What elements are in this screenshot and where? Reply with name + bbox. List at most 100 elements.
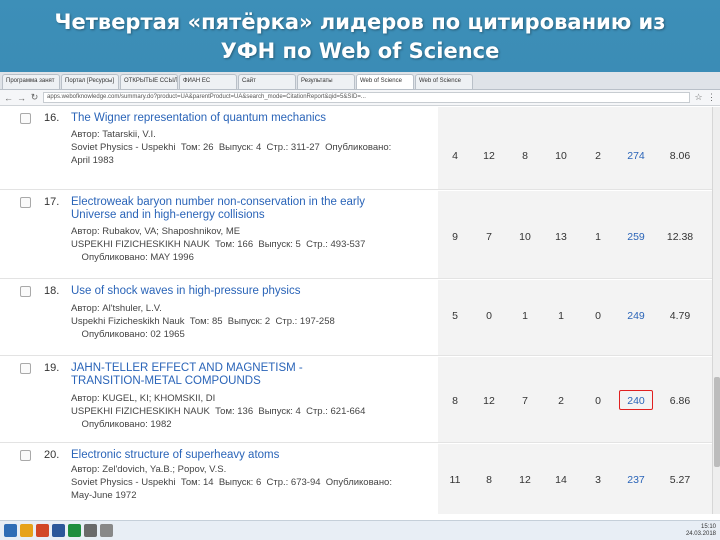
scrollbar[interactable]: [712, 107, 720, 514]
taskbar-clock[interactable]: 15:10 24.03.2018: [686, 524, 716, 538]
record-published: Опубликовано: 1982: [71, 419, 172, 430]
record-published: May-June 1972: [71, 490, 137, 501]
browser-tab[interactable]: Сайт: [238, 74, 296, 89]
browser-tab[interactable]: Программа занят: [2, 74, 60, 89]
record-title-link[interactable]: Electroweak baryon number non-conservati…: [71, 196, 411, 222]
year-count: 8: [486, 474, 492, 486]
year-count: 11: [449, 474, 461, 486]
record-source: Soviet Physics - Uspekhi Том: 26 Выпуск:…: [71, 142, 392, 153]
year-count: 12: [483, 395, 495, 407]
record-number: 18.: [44, 285, 60, 297]
record-checkbox[interactable]: [20, 113, 31, 124]
year-count: 7: [486, 231, 492, 243]
average-per-year: 4.79: [669, 310, 691, 322]
highlight-box: [619, 390, 653, 410]
year-count: 9: [452, 231, 458, 243]
year-count: 7: [522, 395, 528, 407]
year-count: 12: [519, 474, 531, 486]
year-count: 0: [486, 310, 492, 322]
clock-time: 15:10: [700, 523, 716, 530]
year-count: 13: [555, 231, 567, 243]
year-count: 3: [595, 474, 601, 486]
year-count: 5: [452, 310, 458, 322]
year-count: 2: [595, 150, 601, 162]
record-checkbox[interactable]: [20, 197, 31, 208]
result-record: 16. The Wigner representation of quantum…: [0, 107, 712, 190]
slide-title-line-2: УФН по Web of Science: [220, 39, 500, 63]
clock-date: 24.03.2018: [685, 530, 716, 537]
browser-tab[interactable]: ФИАН ЕС: [179, 74, 237, 89]
taskbar: 15:10 24.03.2018: [0, 520, 720, 540]
year-count: 10: [555, 150, 567, 162]
record-title-link[interactable]: JAHN-TELLER EFFECT AND MAGNETISM - TRANS…: [71, 362, 371, 388]
year-count: 1: [558, 310, 564, 322]
reload-icon[interactable]: ↻: [30, 92, 39, 103]
result-record: 17. Electroweak baryon number non-conser…: [0, 191, 712, 279]
record-source: Uspekhi Fizicheskikh Nauk Том: 85 Выпуск…: [71, 316, 335, 327]
app-icon[interactable]: [84, 524, 97, 537]
total-citations-link[interactable]: 249: [620, 310, 652, 322]
average-per-year: 8.06: [669, 150, 691, 162]
result-record: 20. Electronic structure of superheavy a…: [0, 444, 712, 514]
browser-tab-active[interactable]: Web of Science: [356, 74, 414, 89]
star-icon[interactable]: ☆: [694, 92, 703, 103]
result-record: 18. Use of shock waves in high-pressure …: [0, 280, 712, 356]
address-bar[interactable]: apps.webofknowledge.com/summary.do?produ…: [43, 92, 690, 103]
year-count: 1: [522, 310, 528, 322]
year-count: 10: [519, 231, 531, 243]
scrollbar-thumb[interactable]: [714, 377, 720, 467]
result-record: 19. JAHN-TELLER EFFECT AND MAGNETISM - T…: [0, 357, 712, 443]
record-source: USPEKHI FIZICHESKIKH NAUK Том: 136 Выпус…: [71, 406, 366, 417]
record-author: Автор: Zel'dovich, Ya.B.; Popov, V.S.: [71, 464, 227, 475]
forward-arrow-icon[interactable]: →: [17, 93, 26, 103]
record-title-link[interactable]: Electronic structure of superheavy atoms: [71, 449, 411, 462]
record-number: 17.: [44, 196, 60, 208]
record-number: 20.: [44, 449, 60, 461]
back-arrow-icon[interactable]: ←: [4, 93, 13, 103]
record-source: Soviet Physics - Uspekhi Том: 14 Выпуск:…: [71, 477, 392, 488]
address-row: ← → ↻ apps.webofknowledge.com/summary.do…: [0, 90, 720, 106]
record-title-link[interactable]: The Wigner representation of quantum mec…: [71, 112, 411, 125]
record-number: 16.: [44, 112, 60, 124]
browser-tab[interactable]: ОТКРЫТЫЕ ССЫЛ: [120, 74, 178, 89]
menu-icon[interactable]: ⋮: [707, 92, 716, 103]
total-citations-link[interactable]: 274: [620, 150, 652, 162]
app-icon[interactable]: [100, 524, 113, 537]
year-count: 14: [555, 474, 567, 486]
word-icon[interactable]: [52, 524, 65, 537]
powerpoint-icon[interactable]: [36, 524, 49, 537]
record-author: Автор: Rubakov, VA; Shaposhnikov, ME: [71, 226, 241, 237]
record-checkbox[interactable]: [20, 363, 31, 374]
browser-tab[interactable]: Результаты: [297, 74, 355, 89]
record-title-link[interactable]: Use of shock waves in high-pressure phys…: [71, 285, 411, 298]
year-count: 0: [595, 395, 601, 407]
average-per-year: 12.38: [666, 231, 694, 243]
chrome-icon[interactable]: [68, 524, 81, 537]
record-author: Автор: Al'tshuler, L.V.: [71, 303, 162, 314]
explorer-icon[interactable]: [20, 524, 33, 537]
slide-title: Четвертая «пятёрка» лидеров по цитирован…: [0, 8, 720, 66]
record-author: Автор: KUGEL, KI; KHOMSKII, DI: [71, 393, 216, 404]
browser-tab[interactable]: Web of Science: [415, 74, 473, 89]
record-author: Автор: Tatarskii, V.I.: [71, 129, 156, 140]
results-list: 16. The Wigner representation of quantum…: [0, 107, 720, 514]
browser-tab[interactable]: Портал [Ресурсы]: [61, 74, 119, 89]
year-count: 1: [595, 231, 601, 243]
year-count: 0: [595, 310, 601, 322]
record-checkbox[interactable]: [20, 450, 31, 461]
year-count: 4: [452, 150, 458, 162]
slide-title-line-1: Четвертая «пятёрка» лидеров по цитирован…: [54, 10, 666, 34]
record-checkbox[interactable]: [20, 286, 31, 297]
start-icon[interactable]: [4, 524, 17, 537]
year-count: 8: [452, 395, 458, 407]
record-published: Опубликовано: 02 1965: [71, 329, 185, 340]
record-published: Опубликовано: MAY 1996: [71, 252, 194, 263]
year-count: 12: [483, 150, 495, 162]
record-published: April 1983: [71, 155, 114, 166]
average-per-year: 6.86: [669, 395, 691, 407]
total-citations-link[interactable]: 237: [620, 474, 652, 486]
total-citations-link[interactable]: 259: [620, 231, 652, 243]
year-count: 8: [522, 150, 528, 162]
browser-screenshot: Программа занят Портал [Ресурсы] ОТКРЫТЫ…: [0, 72, 720, 540]
year-count: 2: [558, 395, 564, 407]
